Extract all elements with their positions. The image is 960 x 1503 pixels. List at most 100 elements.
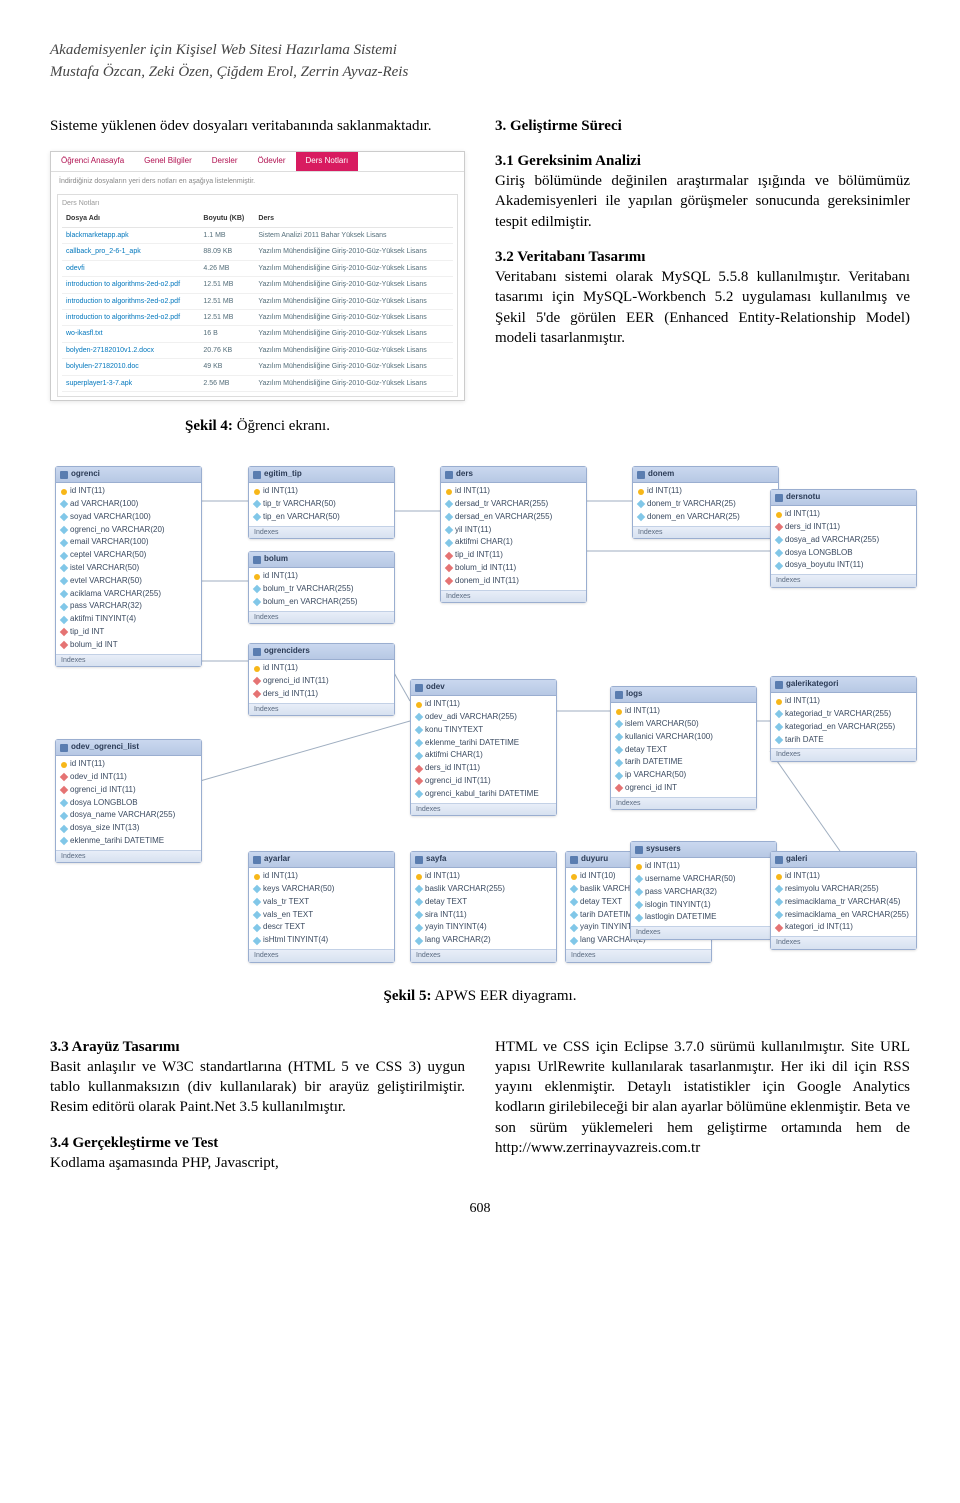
eer-column: kategori_id INT(11) <box>771 921 916 934</box>
screenshot-note: İndirdiğiniz dosyaların yeri ders notlar… <box>51 172 464 191</box>
right-column: 3. Geliştirme Süreci 3.1 Gereksinim Anal… <box>495 101 910 452</box>
eer-column: lastlogin DATETIME <box>631 911 776 924</box>
eer-indexes-label: Indexes <box>249 526 394 538</box>
eer-column: ders_id INT(11) <box>411 762 556 775</box>
eer-column: odev_id INT(11) <box>56 771 201 784</box>
eer-table-ogrenciders: ogrencidersid INT(11)ogrenci_id INT(11)d… <box>248 643 395 716</box>
eer-table-header: donem <box>633 467 778 483</box>
eer-column: ogrenci_id INT <box>611 782 756 795</box>
eer-column: email VARCHAR(100) <box>56 536 201 549</box>
eer-column: donem_tr VARCHAR(25) <box>633 498 778 511</box>
eer-column: ders_id INT(11) <box>249 688 394 701</box>
eer-indexes-label: Indexes <box>611 797 756 809</box>
section-3-3: 3.3 Arayüz Tasarımı Basit anlaşılır ve W… <box>50 1037 465 1118</box>
paper-authors: Mustafa Özcan, Zeki Özen, Çiğdem Erol, Z… <box>50 62 910 82</box>
eer-column: dosya LONGBLOB <box>771 547 916 560</box>
eer-column: ogrenci_id INT(11) <box>249 675 394 688</box>
eer-column: dosya_ad VARCHAR(255) <box>771 534 916 547</box>
screenshot-tab[interactable]: Dersler <box>202 152 248 171</box>
eer-column: islogin TINYINT(1) <box>631 899 776 912</box>
eer-column: id INT(11) <box>631 860 776 873</box>
eer-indexes-label: Indexes <box>249 949 394 961</box>
fieldset-title: Ders Notları <box>62 199 453 208</box>
eer-column: id INT(11) <box>56 485 201 498</box>
eer-column: resimyolu VARCHAR(255) <box>771 883 916 896</box>
eer-table-header: egitim_tip <box>249 467 394 483</box>
figure-4-screenshot: Öğrenci AnasayfaGenel BilgilerDerslerÖde… <box>50 151 465 401</box>
screenshot-tab[interactable]: Ödevler <box>248 152 296 171</box>
eer-indexes-label: Indexes <box>56 654 201 666</box>
eer-column: id INT(11) <box>56 758 201 771</box>
eer-column: username VARCHAR(50) <box>631 873 776 886</box>
eer-table-galerikategori: galerikategoriid INT(11)kategoriad_tr VA… <box>770 676 917 761</box>
eer-table-header: sayfa <box>411 852 556 868</box>
eer-column: evtel VARCHAR(50) <box>56 575 201 588</box>
eer-column: tip_en VARCHAR(50) <box>249 511 394 524</box>
eer-column: kategoriad_tr VARCHAR(255) <box>771 708 916 721</box>
eer-column: dosya LONGBLOB <box>56 797 201 810</box>
eer-column: bolum_id INT(11) <box>441 562 586 575</box>
eer-column: konu TINYTEXT <box>411 724 556 737</box>
eer-column: ad VARCHAR(100) <box>56 498 201 511</box>
eer-column: id INT(11) <box>771 508 916 521</box>
left-column: Sisteme yüklenen ödev dosyaları veritaba… <box>50 101 465 452</box>
eer-column: aciklama VARCHAR(255) <box>56 588 201 601</box>
eer-column: eklenme_tarihi DATETIME <box>411 737 556 750</box>
eer-indexes-label: Indexes <box>441 590 586 602</box>
eer-column: aktifmi CHAR(1) <box>411 749 556 762</box>
eer-table-header: ogrenci <box>56 467 201 483</box>
eer-indexes-label: Indexes <box>771 748 916 760</box>
eer-column: id INT(11) <box>441 485 586 498</box>
screenshot-tab[interactable]: Ders Notları <box>296 152 359 171</box>
eer-column: detay TEXT <box>611 744 756 757</box>
eer-column: id INT(11) <box>611 705 756 718</box>
eer-column: ip VARCHAR(50) <box>611 769 756 782</box>
eer-column: id INT(11) <box>249 570 394 583</box>
table-row: introduction to algorithms-2ed-o2.pdf12.… <box>62 277 453 293</box>
eer-table-header: ayarlar <box>249 852 394 868</box>
eer-table-header: galerikategori <box>771 677 916 693</box>
eer-column: dosya_name VARCHAR(255) <box>56 809 201 822</box>
eer-column: tip_tr VARCHAR(50) <box>249 498 394 511</box>
screenshot-tab[interactable]: Öğrenci Anasayfa <box>51 152 134 171</box>
eer-column: ceptel VARCHAR(50) <box>56 549 201 562</box>
table-row: introduction to algorithms-2ed-o2.pdf12.… <box>62 293 453 309</box>
eer-column: dosya_size INT(13) <box>56 822 201 835</box>
page-number: 608 <box>50 1200 910 1219</box>
eer-table-dersnotu: dersnotuid INT(11)ders_id INT(11)dosya_a… <box>770 489 917 587</box>
eer-table-header: logs <box>611 687 756 703</box>
eer-indexes-label: Indexes <box>631 926 776 938</box>
table-row: bolyulen-27182010.doc49 KBYazılım Mühend… <box>62 359 453 375</box>
table-header: Dosya Adı <box>62 211 199 227</box>
eer-table-ogrenci: ogrenciid INT(11)ad VARCHAR(100)soyad VA… <box>55 466 202 667</box>
eer-column: keys VARCHAR(50) <box>249 883 394 896</box>
eer-table-ders: dersid INT(11)dersad_tr VARCHAR(255)ders… <box>440 466 587 603</box>
eer-table-donem: donemid INT(11)donem_tr VARCHAR(25)donem… <box>632 466 779 539</box>
eer-column: resimaciklama_tr VARCHAR(45) <box>771 896 916 909</box>
eer-column: eklenme_tarihi DATETIME <box>56 835 201 848</box>
eer-column: baslik VARCHAR(255) <box>411 883 556 896</box>
bottom-right-column: HTML ve CSS için Eclipse 3.7.0 sürümü ku… <box>495 1022 910 1189</box>
figure-5-caption: Şekil 5: APWS EER diyagramı. <box>50 986 910 1006</box>
table-row: bolyden-27182010v1.2.docx20.76 KBYazılım… <box>62 342 453 358</box>
eer-column: ogrenci_id INT(11) <box>56 784 201 797</box>
bottom-right-paragraph: HTML ve CSS için Eclipse 3.7.0 sürümü ku… <box>495 1037 910 1159</box>
eer-table-header: odev_ogrenci_list <box>56 740 201 756</box>
eer-column: id INT(11) <box>249 870 394 883</box>
eer-column: vals_tr TEXT <box>249 896 394 909</box>
eer-indexes-label: Indexes <box>56 850 201 862</box>
section-3-1: 3.1 Gereksinim Analizi Giriş bölümünde d… <box>495 151 910 232</box>
eer-column: dersad_tr VARCHAR(255) <box>441 498 586 511</box>
eer-column: id INT(11) <box>411 698 556 711</box>
screenshot-tab[interactable]: Genel Bilgiler <box>134 152 202 171</box>
eer-column: yayin TINYINT(4) <box>411 921 556 934</box>
eer-table-header: galeri <box>771 852 916 868</box>
eer-column: dosya_boyutu INT(11) <box>771 559 916 572</box>
eer-indexes-label: Indexes <box>771 574 916 586</box>
eer-column: isHtml TINYINT(4) <box>249 934 394 947</box>
upper-columns: Sisteme yüklenen ödev dosyaları veritaba… <box>50 101 910 452</box>
eer-column: tarih DATE <box>771 734 916 747</box>
table-row: superplayer1-3-7.apk2.56 MBYazılım Mühen… <box>62 375 453 391</box>
intro-paragraph: Sisteme yüklenen ödev dosyaları veritaba… <box>50 116 465 136</box>
paper-title: Akademisyenler için Kişisel Web Sitesi H… <box>50 40 910 60</box>
